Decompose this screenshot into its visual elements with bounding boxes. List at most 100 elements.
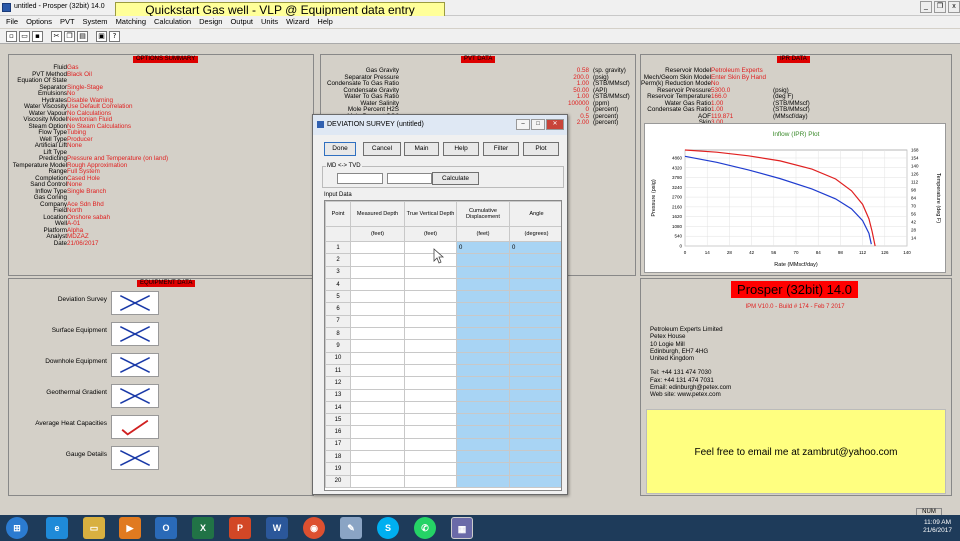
start-button[interactable]: ⊞ [6, 517, 28, 539]
table-cell[interactable] [350, 462, 405, 476]
table-cell[interactable] [509, 253, 561, 267]
menu-help[interactable]: Help [317, 16, 332, 28]
table-cell[interactable] [404, 437, 457, 452]
copy-icon[interactable]: ❐ [64, 30, 75, 42]
table-cell[interactable] [509, 400, 561, 415]
minimize-icon[interactable]: _ [920, 1, 932, 13]
save-icon[interactable]: ▪ [32, 30, 43, 42]
table-cell[interactable] [456, 388, 510, 402]
skype-icon[interactable]: S [377, 517, 399, 539]
cross-icon[interactable] [111, 446, 159, 470]
tvd-input[interactable] [387, 173, 432, 184]
tick-icon[interactable] [111, 415, 159, 439]
table-cell[interactable] [404, 314, 457, 329]
table-cell[interactable] [404, 327, 457, 341]
cut-icon[interactable]: ✂ [51, 30, 62, 42]
table-cell[interactable] [404, 290, 457, 304]
table-cell[interactable] [404, 339, 457, 353]
done-button[interactable]: Done [324, 142, 356, 156]
table-cell[interactable] [404, 413, 457, 427]
table-cell[interactable] [509, 327, 561, 341]
cross-icon[interactable] [111, 291, 159, 315]
help-icon[interactable]: ? [109, 30, 120, 42]
restore-icon[interactable]: ❐ [934, 1, 946, 13]
table-cell[interactable] [456, 474, 510, 488]
cross-icon[interactable] [111, 384, 159, 408]
paste-icon[interactable]: ▤ [77, 30, 88, 42]
table-cell[interactable] [404, 253, 457, 267]
table-cell[interactable] [509, 339, 561, 353]
table-cell[interactable] [350, 437, 405, 452]
table-cell[interactable] [404, 462, 457, 476]
table-cell[interactable] [456, 351, 510, 365]
dialog-minimize-icon[interactable]: – [516, 119, 530, 130]
table-cell[interactable] [456, 462, 510, 476]
table-cell[interactable] [350, 425, 405, 439]
ie-icon[interactable]: e [46, 517, 68, 539]
table-cell[interactable] [456, 327, 510, 341]
table-cell[interactable] [509, 277, 561, 292]
table-cell[interactable] [350, 339, 405, 353]
table-cell[interactable] [404, 265, 457, 279]
table-cell[interactable] [456, 314, 510, 329]
table-cell[interactable] [404, 376, 457, 390]
close-icon[interactable]: x [948, 1, 960, 13]
table-cell[interactable] [350, 265, 405, 279]
menu-wizard[interactable]: Wizard [286, 16, 309, 28]
help-button[interactable]: Help [443, 142, 479, 156]
table-cell[interactable] [350, 253, 405, 267]
table-cell[interactable] [456, 339, 510, 353]
table-cell[interactable] [509, 474, 561, 488]
cancel-button[interactable]: Cancel [363, 142, 401, 156]
chrome-icon[interactable]: ◉ [303, 517, 325, 539]
table-cell[interactable] [456, 265, 510, 279]
table-cell[interactable] [456, 277, 510, 292]
table-cell[interactable] [404, 400, 457, 415]
media-player-icon[interactable]: ▶ [119, 517, 141, 539]
excel-icon[interactable]: X [192, 517, 214, 539]
menu-output[interactable]: Output [230, 16, 253, 28]
ipr-plot[interactable]: Inflow (IPR) Plot 0 14 28 42 56 70 84 98 112 126 14… [644, 123, 946, 273]
table-cell[interactable] [404, 363, 457, 378]
menu-file[interactable]: File [6, 16, 18, 28]
table-cell[interactable] [404, 474, 457, 488]
table-cell[interactable] [509, 314, 561, 329]
plot-button[interactable]: Plot [523, 142, 559, 156]
filter-button[interactable]: Filter [483, 142, 519, 156]
table-cell[interactable] [509, 413, 561, 427]
table-cell[interactable] [509, 425, 561, 439]
prosper-taskbar-icon[interactable]: ▦ [451, 517, 473, 539]
table-cell[interactable] [404, 388, 457, 402]
calculate-button[interactable]: Calculate [432, 172, 479, 185]
table-cell[interactable] [509, 376, 561, 390]
dialog-close-icon[interactable]: ✕ [546, 119, 564, 130]
new-file-icon[interactable]: ▫ [6, 30, 17, 42]
table-cell[interactable]: 0 [456, 240, 510, 255]
menu-design[interactable]: Design [199, 16, 222, 28]
menu-pvt[interactable]: PVT [60, 16, 75, 28]
table-cell[interactable] [350, 351, 405, 365]
menu-units[interactable]: Units [261, 16, 278, 28]
table-cell[interactable] [456, 363, 510, 378]
word-icon[interactable]: W [266, 517, 288, 539]
table-cell[interactable] [404, 302, 457, 316]
table-cell[interactable] [350, 314, 405, 329]
table-cell[interactable] [350, 327, 405, 341]
table-cell[interactable] [456, 425, 510, 439]
table-cell[interactable]: 0 [509, 240, 561, 255]
table-cell[interactable] [456, 253, 510, 267]
menu-system[interactable]: System [83, 16, 108, 28]
table-cell[interactable] [509, 437, 561, 452]
table-cell[interactable] [456, 290, 510, 304]
cross-icon[interactable] [111, 353, 159, 377]
table-cell[interactable] [456, 450, 510, 464]
table-cell[interactable] [509, 363, 561, 378]
table-cell[interactable] [350, 413, 405, 427]
table-cell[interactable] [509, 462, 561, 476]
table-cell[interactable] [350, 240, 405, 255]
cross-icon[interactable] [111, 322, 159, 346]
table-cell[interactable] [456, 376, 510, 390]
table-cell[interactable] [404, 277, 457, 292]
table-cell[interactable] [350, 376, 405, 390]
outlook-icon[interactable]: O [155, 517, 177, 539]
